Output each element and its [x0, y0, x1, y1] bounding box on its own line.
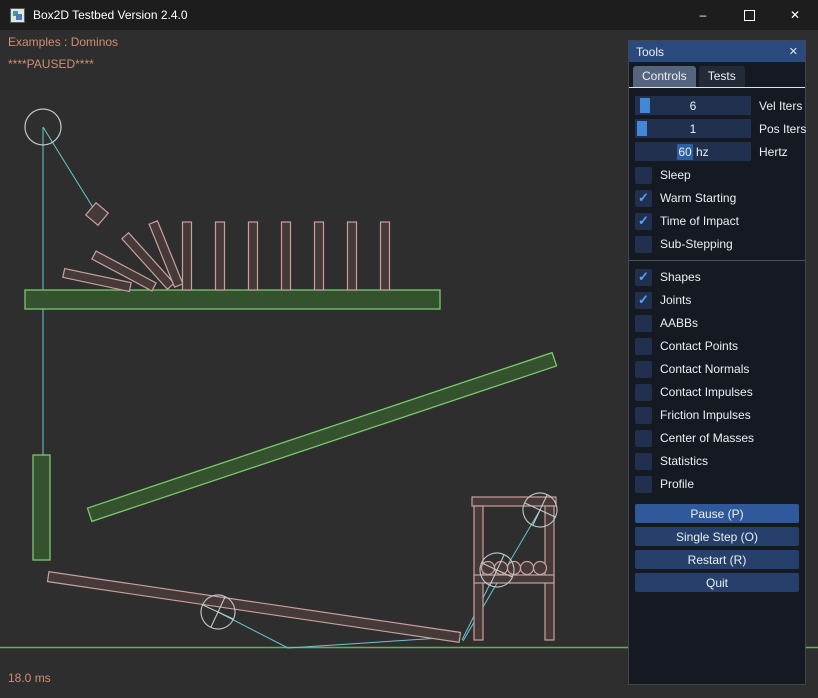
restart-button[interactable]: Restart (R): [635, 550, 799, 569]
checkbox-sub-stepping[interactable]: [635, 236, 652, 253]
action-buttons: Pause (P) Single Step (O) Restart (R) Qu…: [635, 504, 799, 592]
vel-iters-label: Vel Iters: [759, 99, 802, 113]
checkbox-center-of-masses[interactable]: [635, 430, 652, 447]
checkbox-profile[interactable]: [635, 476, 652, 493]
example-label: Examples : Dominos: [8, 35, 118, 49]
separator: [629, 260, 805, 261]
domino: [282, 222, 291, 290]
checkbox-row-aabbs[interactable]: AABBs: [635, 313, 799, 333]
vel-iters-row: 6 Vel Iters: [635, 96, 799, 115]
slider-grab[interactable]: [640, 98, 650, 113]
domino: [348, 222, 357, 290]
checkbox-aabbs[interactable]: [635, 315, 652, 332]
single-step-button[interactable]: Single Step (O): [635, 527, 799, 546]
pos-iters-value: 1: [690, 122, 697, 136]
checkbox-row-joints[interactable]: Joints: [635, 290, 799, 310]
checkbox-joints[interactable]: [635, 292, 652, 309]
tools-panel-titlebar[interactable]: Tools ✕: [629, 41, 805, 62]
ball: [534, 562, 547, 575]
app-window: Box2D Testbed Version 2.4.0 – ✕: [0, 0, 818, 698]
close-icon: ✕: [790, 8, 800, 22]
hertz-selected-text: 60: [677, 144, 692, 160]
checkbox-row-friction-impulses[interactable]: Friction Impulses: [635, 405, 799, 425]
window-controls: – ✕: [680, 0, 818, 30]
checkbox-time-of-impact[interactable]: [635, 213, 652, 230]
hertz-input[interactable]: 60 hz: [635, 142, 751, 161]
checkbox-row-warm-starting[interactable]: Warm Starting: [635, 188, 799, 208]
checkbox-row-profile[interactable]: Profile: [635, 474, 799, 494]
minimize-icon: –: [700, 8, 707, 22]
minimize-button[interactable]: –: [680, 0, 726, 30]
checkbox-row-sleep[interactable]: Sleep: [635, 165, 799, 185]
hertz-row: 60 hz Hertz: [635, 142, 799, 161]
domino: [216, 222, 225, 290]
checkbox-warm-starting[interactable]: [635, 190, 652, 207]
frame-left-bar: [474, 506, 483, 640]
checkbox-statistics[interactable]: [635, 453, 652, 470]
domino: [183, 222, 192, 290]
domino: [249, 222, 258, 290]
maximize-icon: [744, 10, 755, 21]
pos-iters-row: 1 Pos Iters: [635, 119, 799, 138]
vertical-bar: [33, 455, 50, 560]
hertz-unit: hz: [693, 145, 709, 159]
checkbox-row-contact-points[interactable]: Contact Points: [635, 336, 799, 356]
checkbox-sleep[interactable]: [635, 167, 652, 184]
checkbox-row-contact-impulses[interactable]: Contact Impulses: [635, 382, 799, 402]
checkbox-contact-points[interactable]: [635, 338, 652, 355]
dynamic-bodies: [48, 203, 556, 643]
tools-tabbar: Controls Tests: [629, 62, 805, 88]
titlebar: Box2D Testbed Version 2.4.0 – ✕: [0, 0, 818, 30]
paused-label: ****PAUSED****: [8, 57, 94, 71]
window-title: Box2D Testbed Version 2.4.0: [33, 8, 680, 22]
crossed-circle: [517, 487, 562, 532]
tools-panel-body: 6 Vel Iters 1 Pos Iters 60 hz Hertz Sl: [629, 88, 805, 592]
ball: [521, 562, 534, 575]
tools-close-icon[interactable]: ✕: [789, 45, 798, 58]
vel-iters-value: 6: [690, 99, 697, 113]
app-icon: [10, 8, 25, 23]
ball: [495, 562, 508, 575]
hertz-label: Hertz: [759, 145, 788, 159]
pause-button[interactable]: Pause (P): [635, 504, 799, 523]
domino: [381, 222, 390, 290]
crossed-circles: [195, 487, 562, 634]
hertz-value: 60 hz: [677, 145, 708, 159]
checkbox-row-shapes[interactable]: Shapes: [635, 267, 799, 287]
checkbox-friction-impulses[interactable]: [635, 407, 652, 424]
platform: [25, 290, 440, 309]
checkbox-row-time-of-impact[interactable]: Time of Impact: [635, 211, 799, 231]
maximize-button[interactable]: [726, 0, 772, 30]
quit-button[interactable]: Quit: [635, 573, 799, 592]
frame-mid-bar: [474, 575, 554, 583]
pos-iters-slider[interactable]: 1: [635, 119, 751, 138]
tab-controls[interactable]: Controls: [633, 66, 696, 87]
domino: [315, 222, 324, 290]
checkbox-row-contact-normals[interactable]: Contact Normals: [635, 359, 799, 379]
frame-time-label: 18.0 ms: [8, 671, 51, 685]
checkbox-contact-normals[interactable]: [635, 361, 652, 378]
vel-iters-slider[interactable]: 6: [635, 96, 751, 115]
tilted-plank: [48, 572, 461, 643]
checkbox-shapes[interactable]: [635, 269, 652, 286]
pendulum-box: [86, 203, 109, 226]
checkbox-contact-impulses[interactable]: [635, 384, 652, 401]
checkbox-row-statistics[interactable]: Statistics: [635, 451, 799, 471]
checkbox-row-center-of-masses[interactable]: Center of Masses: [635, 428, 799, 448]
tools-panel-title: Tools: [636, 45, 664, 59]
close-button[interactable]: ✕: [772, 0, 818, 30]
tab-tests[interactable]: Tests: [699, 66, 745, 87]
tools-panel: Tools ✕ Controls Tests 6 Vel Iters 1 Pos…: [628, 40, 806, 685]
slider-grab[interactable]: [637, 121, 647, 136]
pos-iters-label: Pos Iters: [759, 122, 806, 136]
checkbox-row-sub-stepping[interactable]: Sub-Stepping: [635, 234, 799, 254]
diagonal-plank: [87, 353, 556, 522]
